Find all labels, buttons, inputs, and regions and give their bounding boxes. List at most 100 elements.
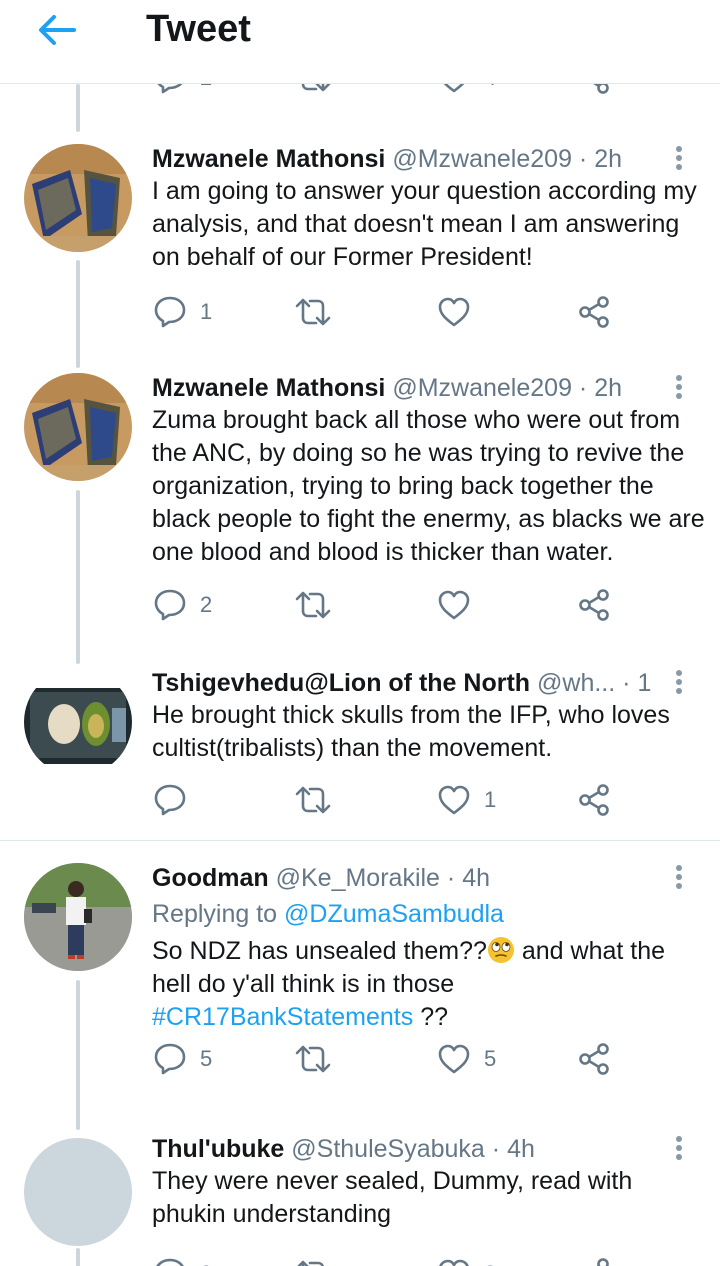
like-button[interactable]: 3 — [436, 1252, 496, 1266]
like-button[interactable]: 5 — [436, 1037, 496, 1081]
more-vertical-icon — [664, 1136, 694, 1160]
avatar[interactable] — [24, 144, 132, 252]
like-icon — [438, 590, 470, 620]
reply-button[interactable]: 1 — [152, 290, 212, 334]
tweet-text: I am going to answer your question accor… — [152, 177, 697, 271]
tweet-actions: 2 — [152, 583, 632, 627]
avatar[interactable] — [24, 863, 132, 971]
more-options-button[interactable] — [664, 863, 694, 893]
share-button[interactable] — [576, 290, 612, 334]
author-name[interactable]: Tshigevhedu@Lion of the North — [152, 669, 530, 697]
like-button[interactable]: 4 — [436, 84, 496, 100]
tweet[interactable]: Goodman @Ke_Morakile · 4h Replying to @D… — [0, 861, 720, 1101]
retweet-button[interactable] — [294, 84, 332, 100]
author-name[interactable]: Mzwanele Mathonsi — [152, 374, 385, 402]
avatar[interactable] — [24, 668, 132, 776]
like-button[interactable] — [436, 583, 484, 627]
share-button[interactable] — [576, 583, 612, 627]
reply-button[interactable] — [152, 778, 200, 822]
tweet[interactable]: Mzwanele Mathonsi @Mzwanele209 · 2h Zuma… — [0, 371, 720, 671]
author-handle[interactable]: @Ke_Morakile — [276, 864, 440, 892]
retweet-icon — [295, 591, 331, 619]
back-arrow-icon — [39, 15, 76, 45]
tweet-thread[interactable]: 2 4 Mzwanele Mathonsi @M — [0, 84, 720, 1266]
reply-icon — [154, 1043, 186, 1075]
author-name[interactable]: Thul'ubuke — [152, 1135, 284, 1163]
like-count: 5 — [484, 1046, 497, 1071]
reply-count: 2 — [200, 592, 213, 617]
conversation-divider — [0, 840, 720, 841]
retweet-button[interactable] — [294, 583, 332, 627]
share-icon — [579, 296, 609, 328]
reply-count: 0 — [200, 1261, 212, 1266]
separator-dot: · — [491, 1135, 501, 1163]
more-options-button[interactable] — [664, 1134, 694, 1164]
reply-icon — [156, 1258, 184, 1266]
avatar[interactable] — [24, 373, 132, 481]
author-handle[interactable]: @wh... — [537, 669, 615, 697]
tweet-actions: 1 — [152, 778, 632, 822]
replying-to-handle[interactable]: @DZumaSambudla — [284, 900, 504, 928]
retweet-icon — [295, 298, 331, 326]
reply-button[interactable]: 2 — [152, 583, 212, 627]
reply-button[interactable]: 2 — [152, 84, 212, 100]
retweet-button[interactable] — [294, 1037, 332, 1081]
share-icon — [579, 784, 609, 816]
more-options-button[interactable] — [664, 668, 694, 698]
tweet[interactable]: Mzwanele Mathonsi @Mzwanele209 · 2h I am… — [0, 142, 720, 382]
reply-icon — [154, 784, 186, 816]
like-button[interactable] — [436, 290, 484, 334]
author-name[interactable]: Mzwanele Mathonsi — [152, 145, 385, 173]
more-vertical-icon — [664, 670, 694, 694]
share-icon — [579, 589, 609, 621]
share-icon — [596, 1258, 609, 1266]
like-count: 4 — [484, 84, 496, 91]
avatar[interactable] — [24, 1138, 132, 1246]
tweet-time: 4h — [507, 1135, 535, 1163]
share-button[interactable] — [576, 1037, 612, 1081]
more-vertical-icon — [664, 146, 694, 170]
retweet-icon — [301, 84, 331, 92]
like-icon — [438, 297, 470, 327]
reply-count: 5 — [200, 1046, 213, 1071]
tweet[interactable]: Thul'ubuke @SthuleSyabuka · 4h They were… — [0, 1132, 720, 1266]
tweet-text: They were never sealed, Dummy, read with… — [152, 1167, 633, 1228]
like-button[interactable]: 1 — [436, 778, 496, 822]
tweet-time: 2h — [594, 374, 623, 402]
retweet-button[interactable] — [294, 778, 332, 822]
reply-count: 2 — [200, 84, 212, 91]
hashtag-link[interactable]: #CR17BankStatements — [152, 1003, 413, 1031]
reply-icon — [157, 84, 183, 94]
more-options-button[interactable] — [664, 144, 694, 174]
separator-dot: · — [578, 374, 588, 402]
author-name[interactable]: Goodman — [152, 864, 269, 892]
tweet-actions: 5 5 — [152, 1037, 632, 1081]
retweet-icon — [295, 786, 331, 814]
page-title: Tweet — [146, 8, 251, 50]
tweet-header: Mzwanele Mathonsi @Mzwanele209 · 2h — [152, 142, 652, 176]
author-handle[interactable]: @SthuleSyabuka — [291, 1135, 485, 1163]
share-icon — [579, 1043, 609, 1075]
author-handle[interactable]: @Mzwanele209 — [392, 374, 572, 402]
eye-roll-emoji-icon — [487, 937, 514, 963]
retweet-icon — [295, 1045, 331, 1073]
retweet-button[interactable] — [294, 290, 332, 334]
tweet-actions: 1 — [152, 290, 632, 334]
reply-button[interactable]: 5 — [152, 1037, 212, 1081]
share-button[interactable] — [576, 778, 612, 822]
share-button[interactable] — [576, 1252, 612, 1266]
tweet[interactable]: Tshigevhedu@Lion of the North @wh... · 1… — [0, 666, 720, 836]
back-button[interactable] — [34, 10, 78, 50]
retweet-button[interactable] — [294, 1252, 332, 1266]
more-options-button[interactable] — [664, 373, 694, 403]
tweet-actions-partial: 2 4 — [152, 84, 632, 100]
reply-button[interactable]: 0 — [152, 1252, 212, 1266]
like-count: 1 — [484, 787, 497, 812]
tweet-time: 2h — [594, 145, 623, 173]
retweet-icon — [297, 1260, 325, 1266]
share-button[interactable] — [576, 84, 612, 100]
replying-to-label: Replying to — [152, 900, 278, 928]
author-handle[interactable]: @Mzwanele209 — [392, 145, 572, 173]
tweet-time: 1h — [637, 669, 652, 697]
reply-count: 1 — [200, 299, 213, 324]
